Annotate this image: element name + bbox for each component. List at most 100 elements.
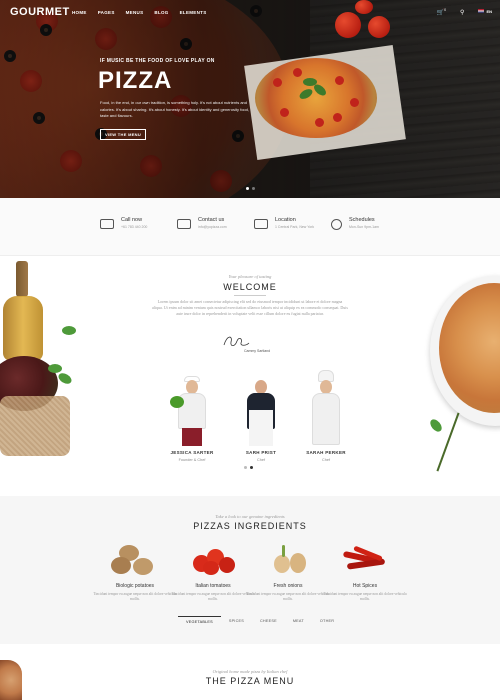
cart-icon[interactable]: 🛒0 [437, 8, 446, 16]
tab-other[interactable]: OTHER [312, 616, 342, 627]
phone-icon [100, 219, 114, 229]
hero-description: Food, in the end, in our own tradition, … [100, 100, 249, 118]
chef-body [312, 393, 340, 445]
margherita-pizza-image [255, 58, 377, 138]
chef-carousel-dots [244, 466, 253, 469]
nav-item-home[interactable]: HOME [72, 10, 87, 15]
welcome-section: Your pleasure of tasting WELCOME Lorem i… [0, 256, 500, 496]
hero-tagline: IF MUSIC BE THE FOOD OF LOVE PLAY ON [100, 58, 215, 64]
contact-title: Call now [121, 217, 143, 223]
menu-kicker: Original home made pizza by Italian chef [212, 669, 288, 674]
nav-item-menus[interactable]: MENUS [126, 10, 144, 15]
contact-call: Call now +61 783 440 200 [100, 217, 147, 229]
chef-name: SARAH PERKER [306, 450, 346, 455]
tab-spices[interactable]: SPICES [221, 616, 252, 627]
welcome-text: Lorem ipsum dolor sit amet consectetur a… [152, 299, 348, 316]
chef-head [320, 380, 332, 394]
nav-item-pages[interactable]: PAGES [98, 10, 115, 15]
basil-leaf [48, 364, 62, 373]
search-icon[interactable]: ⚲ [460, 9, 464, 16]
contact-sub: Mon-Sun 9pm-1am [349, 225, 379, 229]
nav-icons: 🛒0 ⚲ EN [437, 8, 492, 16]
contact-sub: info@yopizza.com [198, 225, 227, 229]
slider-pagination [246, 187, 255, 190]
carousel-dot[interactable] [244, 466, 247, 469]
menu-title: THE PIZZA MENU [205, 676, 295, 686]
chef-head [186, 380, 198, 394]
chef-head [255, 380, 267, 394]
ingredient-name: Fresh onions [273, 583, 303, 589]
chef-role: Chef [321, 458, 331, 462]
salad-leaf [170, 396, 184, 408]
contact-sub: +61 783 440 200 [121, 225, 148, 229]
chef-role: Chef [256, 458, 266, 462]
ingredients-title: PIZZAS INGREDIENTS [193, 521, 307, 531]
hero-slider: GOURMET HOME PAGES MENUS BLOG ELEMENTS 🛒… [0, 0, 500, 198]
ingredient-name: Italian tomatoes [195, 583, 231, 589]
basil-leaf [428, 417, 444, 434]
welcome-title: WELCOME [223, 282, 277, 292]
chef-photo [296, 370, 356, 446]
mail-icon [177, 219, 191, 229]
page: GOURMET HOME PAGES MENUS BLOG ELEMENTS 🛒… [0, 0, 500, 700]
signature-name: Cammy Sartland [244, 349, 271, 353]
chef-card: JESSICA SARTER Founder & Chef [162, 374, 222, 462]
contact-title: Schedules [349, 217, 375, 223]
ingredient-card: Biologic potatoes Tincidunt tempor eu au… [93, 543, 177, 602]
language-label: EN [486, 9, 492, 14]
ingredients-section: Take a look to our genuine ingredients P… [0, 496, 500, 644]
oil-bottle [3, 296, 43, 361]
map-icon [254, 219, 268, 229]
contact-title: Location [275, 217, 296, 223]
cart-count: 0 [444, 8, 447, 12]
ingredient-card: Hot Spices Tincidunt tempor eu augue neq… [323, 543, 407, 602]
chef-name: SARH PRIST [245, 450, 277, 455]
ingredient-desc: Tincidunt tempor eu augue neque non alit… [93, 592, 177, 601]
basil-leaf [56, 371, 74, 386]
contact-schedules: Schedules Mon-Sun 9pm-1am [331, 217, 379, 230]
chili-peppers-image [335, 543, 395, 577]
tomatoes-image [183, 543, 243, 577]
potatoes-image [105, 543, 165, 577]
tab-meat[interactable]: MEAT [285, 616, 312, 627]
chef-role: Founder & Chef [178, 458, 206, 462]
ingredients-kicker: Take a look to our genuine ingredients [215, 514, 285, 519]
carousel-dot[interactable] [250, 466, 253, 469]
hero-title: PIZZA [98, 67, 173, 94]
chef-photo [231, 374, 291, 446]
main-menu: HOME PAGES MENUS BLOG ELEMENTS [72, 10, 207, 15]
tab-cheese[interactable]: CHEESE [252, 616, 285, 627]
slider-dot[interactable] [252, 187, 255, 190]
chef-photo [162, 374, 222, 446]
basil-stem [436, 412, 460, 472]
contact-location: Location 1 Central Park, New York [254, 217, 314, 229]
top-navigation: GOURMET HOME PAGES MENUS BLOG ELEMENTS 🛒… [0, 0, 500, 24]
onions-image [258, 543, 318, 577]
burlap-cloth [0, 396, 70, 456]
chef-card: SARH PRIST Chef [231, 374, 291, 462]
ingredient-card: Fresh onions Tincidunt tempor eu augue n… [246, 543, 330, 602]
tab-vegetables[interactable]: VEGETABLES [178, 616, 221, 627]
chef-card: SARAH PERKER Chef [296, 370, 356, 462]
language-switcher[interactable]: EN [478, 9, 492, 15]
contact-email: Contact us info@yopizza.com [177, 217, 227, 229]
ingredient-name: Biologic potatoes [115, 583, 155, 589]
contact-title: Contact us [198, 217, 225, 223]
chef-apron [182, 428, 202, 446]
nav-item-elements[interactable]: ELEMENTS [180, 10, 207, 15]
basil-leaf [62, 326, 76, 335]
clock-icon [331, 219, 342, 230]
contact-sub: 1 Central Park, New York [275, 225, 315, 229]
ingredient-name: Hot Spices [352, 583, 378, 589]
ingredient-tabs: VEGETABLES SPICES CHEESE MEAT OTHER [178, 616, 342, 627]
nav-item-blog[interactable]: BLOG [154, 10, 168, 15]
chef-apron [249, 410, 273, 446]
chef-name: JESSICA SARTER [170, 450, 214, 455]
ingredient-card: Italian tomatoes Tincidunt tempor eu aug… [171, 543, 255, 602]
view-menu-button[interactable]: VIEW THE MENU [100, 129, 146, 140]
ingredient-desc: Tincidunt tempor eu augue neque non alit… [171, 592, 255, 601]
contact-strip: Call now +61 783 440 200 Contact us info@y… [0, 198, 500, 256]
logo[interactable]: GOURMET [10, 6, 70, 18]
pizza-plate-decoration [425, 271, 500, 481]
slider-dot[interactable] [246, 187, 249, 190]
